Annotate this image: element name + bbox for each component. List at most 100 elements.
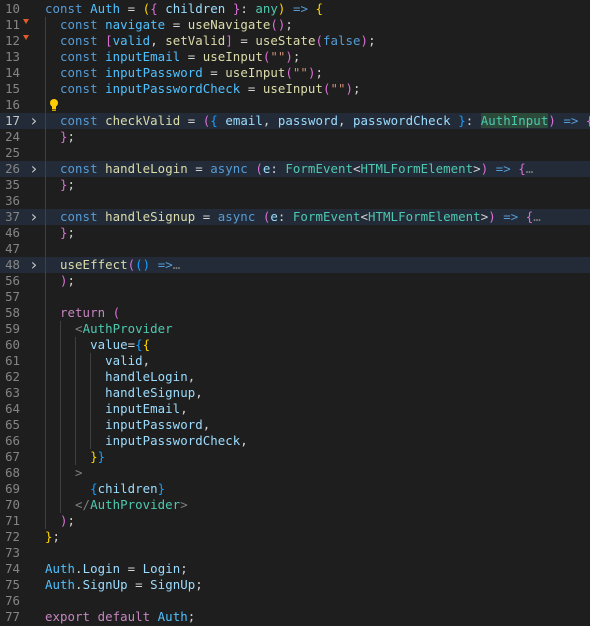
code-line[interactable]: 67 }} <box>0 449 590 465</box>
line-number: 26 <box>5 161 20 176</box>
line-number: 15 <box>5 81 20 96</box>
line-number: 60 <box>5 337 20 352</box>
code-text: handleLogin, <box>105 369 196 384</box>
code-line[interactable]: 35 }; <box>0 177 590 193</box>
code-editor[interactable]: 10 const Auth = ({ children }: any) => {1… <box>0 0 590 626</box>
code-line[interactable]: 73 <box>0 545 590 561</box>
line-number: 76 <box>5 593 20 608</box>
fold-chevron-icon[interactable]: › <box>29 161 39 177</box>
code-line[interactable]: 62 handleLogin, <box>0 369 590 385</box>
change-marker-icon[interactable] <box>23 19 29 24</box>
line-number: 73 <box>5 545 20 560</box>
code-text: const handleSignup = async (e: FormEvent… <box>60 209 541 224</box>
line-number: 77 <box>5 609 20 624</box>
line-number: 63 <box>5 385 20 400</box>
code-text: const Auth = ({ children }: any) => { <box>45 1 323 16</box>
line-number: 24 <box>5 129 20 144</box>
line-number: 62 <box>5 369 20 384</box>
change-marker-icon[interactable] <box>23 35 29 40</box>
line-number: 25 <box>5 145 20 160</box>
line-number: 65 <box>5 417 20 432</box>
line-number: 46 <box>5 225 20 240</box>
code-line[interactable]: 36 <box>0 193 590 209</box>
code-text: inputPassword, <box>105 417 211 432</box>
code-text: }; <box>45 529 61 544</box>
indent-guide <box>90 353 91 449</box>
code-line[interactable]: 16 <box>0 97 590 113</box>
code-text: > <box>75 465 83 480</box>
line-number: 71 <box>5 513 20 528</box>
code-line[interactable]: 59 <AuthProvider <box>0 321 590 337</box>
code-line[interactable]: 25 <box>0 145 590 161</box>
fold-chevron-icon[interactable]: › <box>29 257 39 273</box>
code-line[interactable]: 58 return ( <box>0 305 590 321</box>
line-number: 69 <box>5 481 20 496</box>
line-number: 67 <box>5 449 20 464</box>
code-text: </AuthProvider> <box>75 497 188 512</box>
code-line[interactable]: 13 const inputEmail = useInput(""); <box>0 49 590 65</box>
code-line[interactable]: 47 <box>0 241 590 257</box>
code-text: const handleLogin = async (e: FormEvent<… <box>60 161 534 176</box>
line-number: 58 <box>5 305 20 320</box>
code-text: ); <box>60 273 76 288</box>
line-number: 64 <box>5 401 20 416</box>
code-line[interactable]: 76 <box>0 593 590 609</box>
indent-guide <box>75 337 76 465</box>
code-text: <AuthProvider <box>75 321 173 336</box>
code-text: export default Auth; <box>45 609 196 624</box>
code-line[interactable]: 65 inputPassword, <box>0 417 590 433</box>
code-line[interactable]: 63 handleSignup, <box>0 385 590 401</box>
code-text: useEffect(() =>… <box>60 257 181 272</box>
code-text: Auth.Login = Login; <box>45 561 188 576</box>
lightbulb-icon[interactable] <box>49 98 59 112</box>
code-line[interactable]: 69 {children} <box>0 481 590 497</box>
line-number: 61 <box>5 353 20 368</box>
code-line[interactable]: 64 inputEmail, <box>0 401 590 417</box>
code-line[interactable]: 15 const inputPasswordCheck = useInput("… <box>0 81 590 97</box>
line-number: 10 <box>5 1 20 16</box>
code-line[interactable]: 77 export default Auth; <box>0 609 590 625</box>
code-text: const inputEmail = useInput(""); <box>60 49 301 64</box>
code-line[interactable]: 70 </AuthProvider> <box>0 497 590 513</box>
line-number: 66 <box>5 433 20 448</box>
code-line[interactable]: 10 const Auth = ({ children }: any) => { <box>0 1 590 17</box>
code-line[interactable]: 37 › const handleSignup = async (e: FormE… <box>0 209 590 225</box>
code-line[interactable]: 61 valid, <box>0 353 590 369</box>
line-number: 59 <box>5 321 20 336</box>
code-line[interactable]: 26 › const handleLogin = async (e: FormEv… <box>0 161 590 177</box>
code-line[interactable]: 24 }; <box>0 129 590 145</box>
code-text: const checkValid = ({ email, password, p… <box>60 113 590 128</box>
code-text: const inputPassword = useInput(""); <box>60 65 323 80</box>
indent-guide <box>60 321 61 513</box>
code-line[interactable]: 71 ); <box>0 513 590 529</box>
code-line[interactable]: 72}; <box>0 529 590 545</box>
line-number: 74 <box>5 561 20 576</box>
fold-chevron-icon[interactable]: › <box>29 209 39 225</box>
code-line[interactable]: 56 ); <box>0 273 590 289</box>
code-line[interactable]: 60 value={{ <box>0 337 590 353</box>
code-text: const inputPasswordCheck = useInput(""); <box>60 81 361 96</box>
line-number: 35 <box>5 177 20 192</box>
line-number: 48 <box>5 257 20 272</box>
code-line[interactable]: 68 > <box>0 465 590 481</box>
code-line[interactable]: 74 Auth.Login = Login; <box>0 561 590 577</box>
code-text: }; <box>60 129 76 144</box>
code-line[interactable]: 14 const inputPassword = useInput(""); <box>0 65 590 81</box>
code-text: inputEmail, <box>105 401 188 416</box>
code-line[interactable]: 11 const navigate = useNavigate(); <box>0 17 590 33</box>
code-line[interactable]: 46 }; <box>0 225 590 241</box>
code-line[interactable]: 48 › useEffect(() =>… <box>0 257 590 273</box>
code-line[interactable]: 57 <box>0 289 590 305</box>
line-number: 68 <box>5 465 20 480</box>
code-line[interactable]: 66 inputPasswordCheck, <box>0 433 590 449</box>
line-number: 17 <box>5 113 20 128</box>
indent-guide <box>45 17 46 529</box>
line-number: 75 <box>5 577 20 592</box>
line-number: 47 <box>5 241 20 256</box>
code-line[interactable]: 75 Auth.SignUp = SignUp; <box>0 577 590 593</box>
fold-chevron-icon[interactable]: › <box>29 113 39 129</box>
code-line[interactable]: 17 › const checkValid = ({ email, passwor… <box>0 113 590 129</box>
line-number: 37 <box>5 209 20 224</box>
code-line[interactable]: 12 const [valid, setValid] = useState(fa… <box>0 33 590 49</box>
code-text: handleSignup, <box>105 385 203 400</box>
